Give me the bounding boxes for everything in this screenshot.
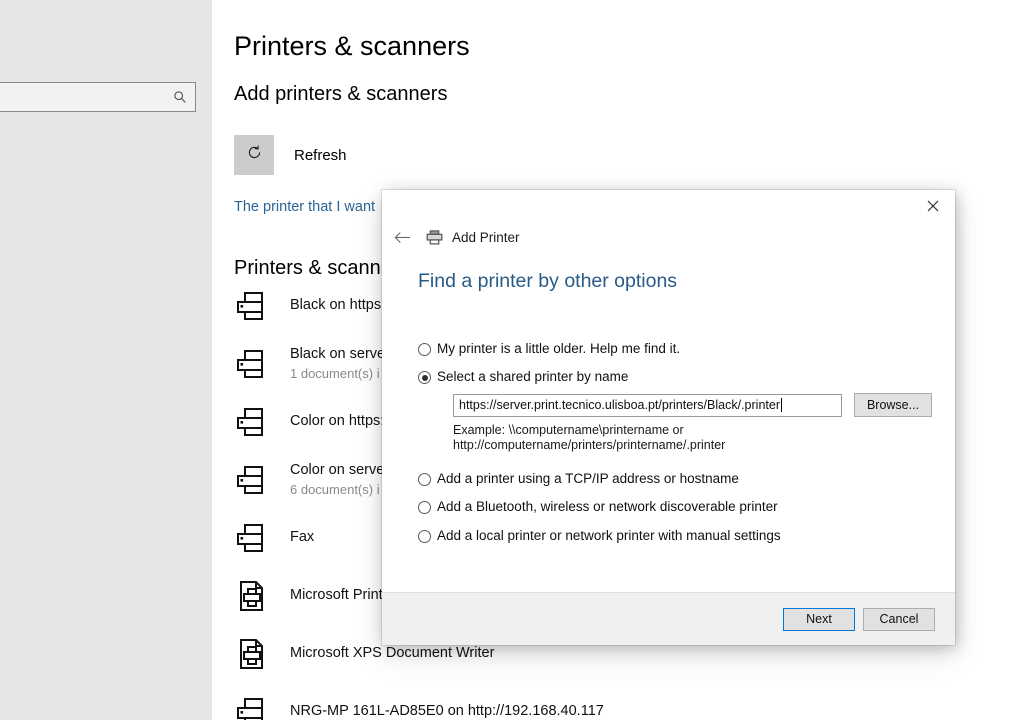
refresh-label: Refresh [294, 146, 347, 164]
printer-icon [234, 693, 272, 720]
refresh-button[interactable] [234, 135, 274, 175]
shared-printer-name-value: https://server.print.tecnico.ulisboa.pt/… [459, 398, 780, 412]
printer-name: Color on server [290, 461, 390, 478]
printer-name: Microsoft Print [290, 587, 383, 603]
list-item-text: Fax [290, 528, 314, 547]
sidebar-item-printers-scanners[interactable]: scanners [0, 233, 210, 251]
list-item-text: Black on https:/ [290, 296, 389, 315]
add-printer-dialog: Add Printer Find a printer by other opti… [382, 190, 955, 645]
radio-option-label: My printer is a little older. Help me fi… [437, 341, 681, 356]
radio-option-local-manual[interactable]: Add a local printer or network printer w… [418, 527, 781, 545]
shared-printer-name-input[interactable]: https://server.print.tecnico.ulisboa.pt/… [453, 393, 842, 417]
printer-icon [426, 229, 443, 246]
sidebar-item-windows-ink[interactable]: dows Ink [0, 370, 210, 388]
printer-status: 1 document(s) i [290, 365, 380, 381]
printer-name: Microsoft XPS Document Writer [290, 645, 495, 661]
list-item-text: Color on server 6 document(s) i [290, 461, 389, 499]
document-printer-icon [234, 635, 272, 673]
list-item-text: Black on server. 1 document(s) i [290, 345, 393, 383]
example-hint-line2: http://computername/printers/printername… [453, 438, 726, 452]
refresh-row[interactable]: Refresh [234, 135, 347, 175]
radio-icon-selected[interactable] [418, 371, 431, 384]
radio-option-label: Add a local printer or network printer w… [437, 528, 781, 543]
dialog-footer: Next Cancel [382, 592, 955, 645]
printer-icon [234, 287, 272, 325]
printer-name: Black on server. [290, 345, 394, 362]
radio-option-bluetooth-wireless[interactable]: Add a Bluetooth, wireless or network dis… [418, 498, 778, 516]
printers-scanners-section-title: Printers & scann [234, 257, 381, 279]
shared-printer-name-row: https://server.print.tecnico.ulisboa.pt/… [453, 393, 932, 417]
cancel-button[interactable]: Cancel [863, 607, 935, 631]
screen: & other devices scanners dows Ink Printe… [0, 0, 1032, 720]
radio-option-shared-printer[interactable]: Select a shared printer by name [418, 368, 628, 386]
next-button[interactable]: Next [783, 607, 855, 631]
radio-option-tcpip[interactable]: Add a printer using a TCP/IP address or … [418, 470, 739, 488]
close-icon[interactable] [910, 190, 955, 221]
printer-icon [234, 345, 272, 383]
refresh-icon [246, 144, 263, 166]
radio-icon[interactable] [418, 343, 431, 356]
radio-icon[interactable] [418, 473, 431, 486]
page-title: Printers & scanners [234, 31, 470, 61]
radio-option-label: Add a printer using a TCP/IP address or … [437, 471, 739, 486]
list-item-text: NRG-MP 161L-AD85E0 on http://192.168.40.… [290, 702, 604, 720]
dialog-header-row: Add Printer [382, 221, 955, 253]
text-caret [780, 398, 782, 412]
radio-icon[interactable] [418, 501, 431, 514]
printer-icon [234, 461, 272, 499]
search-icon [173, 90, 187, 104]
add-printers-section-title: Add printers & scanners [234, 83, 448, 105]
printer-status: 6 document(s) i [290, 481, 380, 497]
search-input[interactable] [0, 82, 196, 112]
dialog-app-title: Add Printer [452, 229, 520, 245]
radio-icon[interactable] [418, 530, 431, 543]
sidebar-item-bluetooth-other-devices[interactable]: & other devices [0, 187, 210, 205]
printer-icon [234, 519, 272, 557]
printer-icon [234, 403, 272, 441]
list-item-text: Color on https:/ [290, 412, 388, 431]
list-item[interactable]: NRG-MP 161L-AD85E0 on http://192.168.40.… [234, 691, 1024, 720]
printer-name: Fax [290, 529, 315, 545]
radio-option-label: Select a shared printer by name [437, 369, 629, 384]
dialog-heading: Find a printer by other options [418, 270, 678, 292]
printer-name: NRG-MP 161L-AD85E0 on http://192.168.40.… [290, 703, 604, 719]
printer-not-listed-link[interactable]: The printer that I want [234, 199, 375, 215]
radio-option-label: Add a Bluetooth, wireless or network dis… [437, 499, 778, 514]
document-printer-icon [234, 577, 272, 615]
example-hint-line1: Example: \\computername\printername or [453, 423, 684, 437]
printer-name: Black on https:/ [290, 297, 390, 313]
dialog-titlebar [382, 190, 955, 221]
example-hint: Example: \\computername\printername or h… [453, 423, 725, 453]
list-item-text: Microsoft Print [290, 586, 383, 605]
list-item-text: Microsoft XPS Document Writer [290, 644, 494, 663]
printer-name: Color on https:/ [290, 413, 389, 429]
settings-sidebar: & other devices scanners dows Ink [0, 0, 212, 720]
radio-option-older-printer[interactable]: My printer is a little older. Help me fi… [418, 340, 680, 358]
browse-button[interactable]: Browse... [854, 393, 932, 417]
back-arrow-icon[interactable] [384, 222, 422, 252]
